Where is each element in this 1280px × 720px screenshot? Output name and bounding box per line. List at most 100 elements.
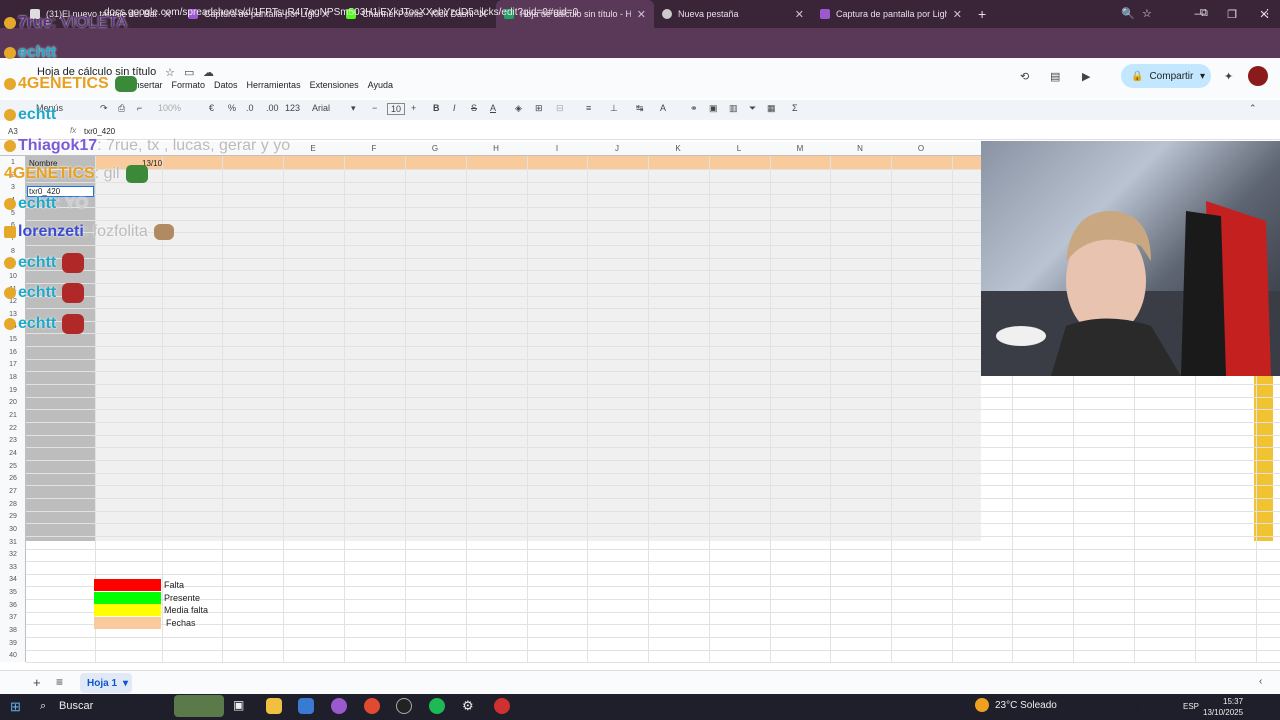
row-header[interactable]: 10 [0,273,26,280]
rotate-text-icon[interactable]: A [660,103,666,113]
history-icon[interactable]: ⟲ [1020,70,1029,83]
row-header[interactable]: 35 [0,589,26,596]
meet-icon[interactable]: ▶ [1082,70,1090,83]
increase-decimals-button[interactable]: .00 [266,103,279,113]
row-header[interactable]: 23 [0,437,26,444]
bookmark-star-icon[interactable]: ☆ [1142,7,1152,20]
menu-datos[interactable]: Datos [214,80,238,90]
name-box[interactable]: A3 [8,127,18,136]
percent-button[interactable]: % [228,103,236,113]
microphone-icon[interactable]: ● [1115,700,1120,710]
font-size-input[interactable]: 10 [387,103,406,115]
font-size-increase-icon[interactable]: + [411,103,416,113]
zoom-icon[interactable]: 🔍 [1121,7,1135,20]
fill-color-icon[interactable]: ◈ [515,103,522,114]
decrease-decimals-button[interactable]: .0 [246,103,254,113]
avatar[interactable] [1248,66,1268,86]
star-icon[interactable]: ☆ [165,66,175,79]
row-header[interactable]: 3 [0,184,26,191]
row-header[interactable]: 32 [0,551,26,558]
row-header[interactable]: 26 [0,475,26,482]
app-icon[interactable] [331,698,347,714]
font-size-decrease-icon[interactable]: − [372,103,377,113]
legend-label[interactable]: Fechas [166,618,196,628]
print-icon[interactable]: ⎙ [118,103,125,114]
close-icon[interactable]: ✕ [953,8,962,21]
network-icon[interactable]: ◠ [1148,700,1156,711]
column-header[interactable]: G [405,144,465,153]
legend-label[interactable]: Falta [164,580,184,590]
notifications-icon[interactable]: ▭ [1253,700,1262,711]
row-header[interactable]: 36 [0,602,26,609]
row-header[interactable]: 15 [0,336,26,343]
column-header[interactable]: K [648,144,708,153]
redo-icon[interactable]: ↷ [100,103,108,114]
row-header[interactable]: 17 [0,361,26,368]
column-header[interactable]: L [709,144,769,153]
menu-extensiones[interactable]: Extensiones [310,80,359,90]
collapse-toolbar-icon[interactable]: ⌃ [1249,103,1257,114]
filter-views-icon[interactable]: ▦ [767,103,776,114]
comments-icon[interactable]: ▤ [1050,70,1060,83]
volume-icon[interactable]: ◁ [1164,700,1171,711]
search-icon[interactable]: ⌕ [40,700,46,713]
row-header[interactable]: 40 [0,652,26,659]
obs-icon[interactable] [396,698,412,714]
filter-icon[interactable]: ⏷ [749,103,756,114]
spotify-icon[interactable] [429,698,445,714]
windows-start-icon[interactable]: ⊞ [10,699,21,715]
chart-icon[interactable]: ▥ [729,103,738,114]
add-sheet-button[interactable]: + [33,675,41,690]
new-tab-button[interactable]: + [978,6,986,22]
close-icon[interactable]: ✕ [637,8,646,21]
row-header[interactable]: 24 [0,450,26,457]
zoom-select[interactable]: 100% [158,103,181,113]
legend-label[interactable]: Presente [164,593,200,603]
bold-icon[interactable]: B [433,103,440,113]
link-icon[interactable]: ⚭ [690,103,698,114]
url-field[interactable]: docs.google.com/spreadsheets/d/1FPTsuR4I… [104,7,578,18]
paint-format-icon[interactable]: ⌐ [137,103,142,113]
extensions-icon[interactable]: ⧉ [1200,7,1208,20]
all-sheets-button[interactable]: ≡ [56,675,63,689]
row-header[interactable]: 28 [0,501,26,508]
widget-image-icon[interactable] [174,695,224,717]
app-icon[interactable] [494,698,510,714]
row-header[interactable]: 34 [0,576,26,583]
sheet-scroll-icon[interactable]: ‹ [1259,676,1262,687]
menu-ayuda[interactable]: Ayuda [368,80,393,90]
row-header[interactable]: 38 [0,627,26,634]
row-header[interactable]: 16 [0,349,26,356]
chevron-up-icon[interactable]: ⌃ [1070,700,1078,711]
tray-icon[interactable]: ◫ [1085,700,1094,711]
row-header[interactable]: 25 [0,463,26,470]
functions-icon[interactable]: Σ [792,103,798,113]
clock[interactable]: 15:37 13/10/2025 [1203,696,1243,718]
taskbar-search[interactable]: Buscar [59,700,93,712]
column-header[interactable]: O [891,144,951,153]
chevron-down-icon[interactable]: ▾ [351,103,356,114]
row-header[interactable]: 29 [0,513,26,520]
weather-text[interactable]: 23°C Soleado [995,700,1057,711]
column-header[interactable]: E [283,144,343,153]
row-header[interactable]: 33 [0,564,26,571]
column-header[interactable]: J [587,144,647,153]
browser-menu-icon[interactable]: ⋮ [1262,7,1273,20]
row-header[interactable]: 39 [0,640,26,647]
store-icon[interactable] [298,698,314,714]
tray-icon[interactable]: ◻ [1100,700,1107,711]
close-icon[interactable]: ✕ [795,8,804,21]
task-view-icon[interactable]: ▣ [233,698,249,714]
file-explorer-icon[interactable] [266,698,282,714]
row-header[interactable]: 19 [0,387,26,394]
row-header[interactable]: 18 [0,374,26,381]
wrap-icon[interactable]: ↹ [636,103,644,114]
tray-icon[interactable]: ◨ [1130,700,1139,711]
strikethrough-icon[interactable]: S [471,103,477,113]
language-indicator[interactable]: ESP [1183,702,1199,711]
row-header[interactable]: 22 [0,425,26,432]
menu-formato[interactable]: Formato [172,80,206,90]
column-header[interactable]: N [830,144,890,153]
font-select[interactable]: Arial [312,103,330,113]
legend-label[interactable]: Media falta [164,605,208,615]
